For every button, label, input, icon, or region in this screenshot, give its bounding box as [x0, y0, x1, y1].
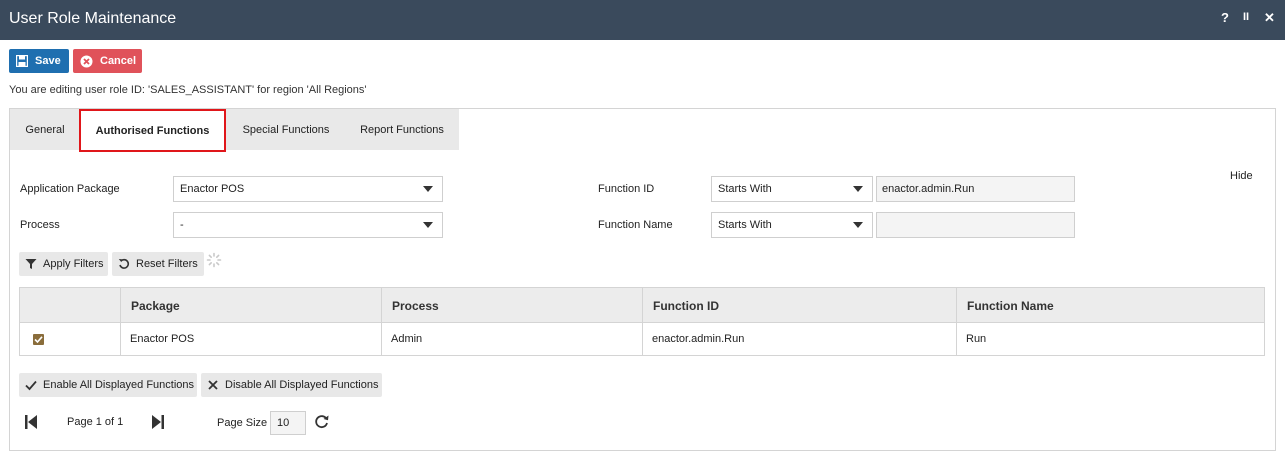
- undo-icon: [118, 258, 130, 269]
- process-label: Process: [20, 219, 60, 231]
- application-package-select[interactable]: Enactor POS: [173, 176, 443, 202]
- tab-authorised-functions[interactable]: Authorised Functions: [79, 109, 226, 152]
- chevron-down-icon: [423, 186, 433, 192]
- application-package-label: Application Package: [20, 183, 120, 195]
- cancel-button-label: Cancel: [100, 55, 137, 67]
- function-name-operator-select[interactable]: Starts With: [711, 212, 873, 238]
- floppy-disk-icon: [16, 55, 28, 67]
- enable-all-label: Enable All Displayed Functions: [43, 379, 195, 391]
- function-id-label: Function ID: [598, 183, 655, 195]
- window-titlebar: User Role Maintenance ? II ✕: [0, 0, 1285, 40]
- save-button[interactable]: Save: [9, 49, 69, 73]
- column-header-function-id[interactable]: Function ID: [642, 288, 956, 323]
- cancel-circle-icon: [80, 55, 93, 67]
- function-name-label: Function Name: [598, 219, 673, 231]
- column-header-function-name[interactable]: Function Name: [956, 288, 1264, 323]
- editing-message: You are editing user role ID: 'SALES_ASS…: [9, 84, 367, 96]
- function-name-input[interactable]: [876, 212, 1075, 238]
- pause-icon[interactable]: II: [1243, 11, 1249, 23]
- cell-function-id: enactor.admin.Run: [642, 323, 956, 355]
- checkmark-icon: [25, 380, 37, 391]
- column-header-package[interactable]: Package: [120, 288, 381, 323]
- tab-strip: General Authorised Functions Special Fun…: [10, 109, 459, 152]
- page-indicator: Page 1 of 1: [67, 416, 124, 428]
- tab-special-functions[interactable]: Special Functions: [229, 109, 343, 150]
- first-page-icon[interactable]: [25, 415, 37, 429]
- function-id-operator-select[interactable]: Starts With: [711, 176, 873, 202]
- page-size-input[interactable]: 10: [270, 411, 306, 435]
- reset-filters-label: Reset Filters: [136, 258, 198, 270]
- function-id-operator-value: Starts With: [718, 183, 772, 195]
- cancel-button[interactable]: Cancel: [73, 49, 142, 73]
- disable-all-functions-button[interactable]: Disable All Displayed Functions: [201, 373, 382, 397]
- reset-filters-button[interactable]: Reset Filters: [112, 252, 204, 276]
- cell-process: Admin: [381, 323, 642, 355]
- tab-report-functions[interactable]: Report Functions: [345, 109, 459, 150]
- select-column-header: [20, 288, 120, 323]
- cell-package: Enactor POS: [120, 323, 381, 355]
- chevron-down-icon: [423, 222, 433, 228]
- last-page-icon[interactable]: [152, 415, 164, 429]
- column-header-process[interactable]: Process: [381, 288, 642, 323]
- main-panel: General Authorised Functions Special Fun…: [9, 108, 1276, 451]
- save-button-label: Save: [35, 55, 61, 67]
- page-size-label: Page Size: [217, 417, 268, 429]
- process-select[interactable]: -: [173, 212, 443, 238]
- functions-table: Package Process Function ID Function Nam…: [19, 287, 1265, 356]
- function-name-operator-value: Starts With: [718, 219, 772, 231]
- row-checkbox[interactable]: [33, 334, 44, 345]
- application-package-value: Enactor POS: [180, 183, 245, 195]
- apply-filters-label: Apply Filters: [43, 258, 104, 270]
- enable-all-functions-button[interactable]: Enable All Displayed Functions: [19, 373, 197, 397]
- help-icon[interactable]: ?: [1221, 10, 1229, 25]
- window-title: User Role Maintenance: [9, 10, 177, 27]
- chevron-down-icon: [853, 222, 863, 228]
- close-icon[interactable]: ✕: [1264, 10, 1275, 26]
- loading-spinner-icon: [206, 252, 222, 268]
- table-row[interactable]: Enactor POS Admin enactor.admin.Run Run: [20, 323, 1264, 355]
- check-icon: [34, 336, 43, 344]
- refresh-icon[interactable]: [314, 414, 329, 429]
- disable-all-label: Disable All Displayed Functions: [225, 379, 379, 391]
- x-icon: [208, 380, 218, 390]
- hide-filters-link[interactable]: Hide: [1230, 170, 1253, 182]
- function-id-input[interactable]: enactor.admin.Run: [876, 176, 1075, 202]
- filter-icon: [25, 259, 37, 269]
- table-header: Package Process Function ID Function Nam…: [20, 288, 1264, 323]
- apply-filters-button[interactable]: Apply Filters: [19, 252, 108, 276]
- row-select-cell: [20, 323, 120, 355]
- chevron-down-icon: [853, 186, 863, 192]
- tab-general[interactable]: General: [10, 109, 80, 150]
- cell-function-name: Run: [956, 323, 1264, 355]
- process-value: -: [180, 219, 184, 231]
